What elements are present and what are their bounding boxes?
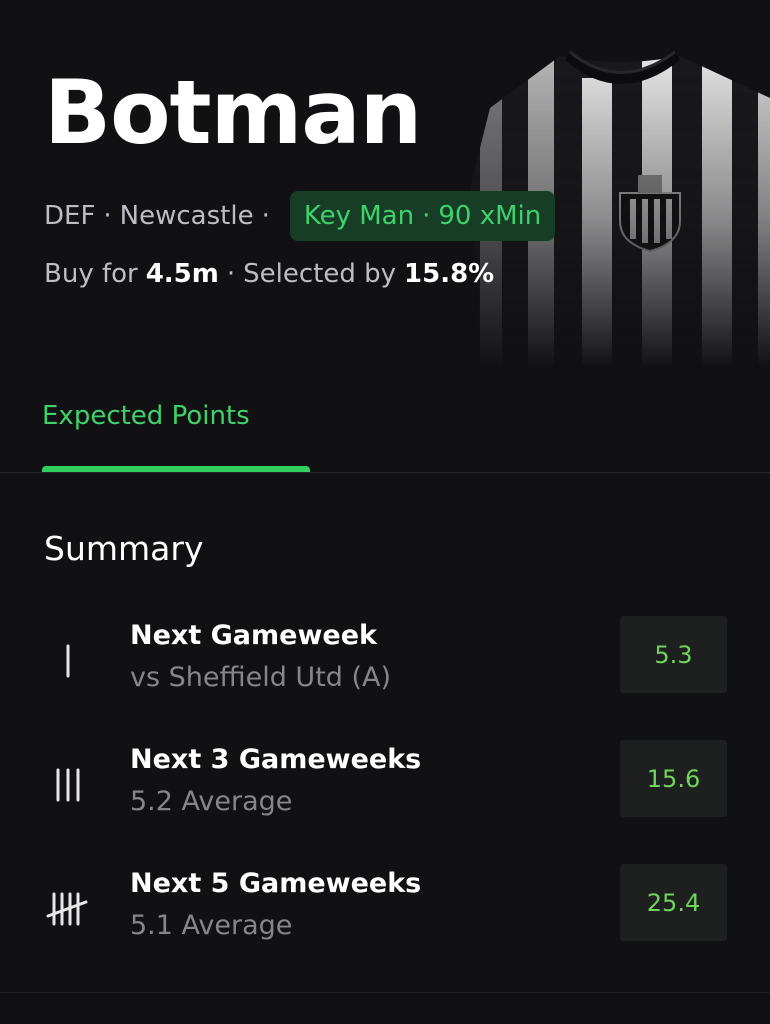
player-meta: DEF · Newcastle · Key Man · 90 xMin: [44, 190, 556, 242]
expected-points-value[interactable]: 5.3: [620, 616, 727, 693]
buy-prefix: Buy for: [44, 259, 138, 289]
key-man-badge: Key Man · 90 xMin: [289, 191, 556, 241]
row-title: Next 3 Gameweeks: [130, 744, 422, 775]
separator-dot: ·: [103, 201, 112, 231]
tab-label: Expected Points: [42, 401, 250, 431]
player-position: DEF: [44, 201, 96, 231]
separator-dot: ·: [261, 201, 270, 231]
player-team: Newcastle: [119, 201, 254, 231]
bottom-divider: [0, 992, 770, 993]
summary-row-next-gameweek: Next Gameweek vs Sheffield Utd (A) 5.3: [0, 616, 770, 706]
badge-role: Key Man: [303, 201, 415, 231]
tally-1-icon: [66, 644, 70, 678]
row-subtitle: 5.2 Average: [130, 786, 293, 817]
separator-dot: ·: [422, 201, 431, 231]
row-subtitle: 5.1 Average: [130, 910, 293, 941]
tally-3-icon: [56, 768, 80, 802]
player-price: 4.5m: [145, 259, 219, 289]
row-title: Next 5 Gameweeks: [130, 868, 422, 899]
selected-prefix: Selected by: [243, 259, 397, 289]
separator-dot: ·: [226, 259, 236, 289]
summary-row-next-5-gameweeks: Next 5 Gameweeks 5.1 Average 25.4: [0, 864, 770, 954]
price-selection-line: Buy for 4.5m · Selected by 15.8%: [44, 252, 494, 296]
tally-5-icon: [46, 892, 88, 926]
summary-row-next-3-gameweeks: Next 3 Gameweeks 5.2 Average 15.6: [0, 740, 770, 830]
selected-percentage: 15.8%: [404, 259, 495, 289]
summary-title: Summary: [44, 529, 204, 568]
expected-points-value[interactable]: 25.4: [620, 864, 727, 941]
tabs-divider: [0, 472, 770, 473]
player-detail-screen: Botman DEF · Newcastle · Key Man · 90 xM…: [0, 0, 770, 1024]
expected-points-value[interactable]: 15.6: [620, 740, 727, 817]
row-title: Next Gameweek: [130, 620, 377, 651]
badge-minutes: 90 xMin: [438, 201, 542, 231]
player-name: Botman: [44, 61, 422, 164]
row-subtitle: vs Sheffield Utd (A): [130, 662, 392, 693]
tab-expected-points[interactable]: Expected Points: [42, 392, 310, 472]
